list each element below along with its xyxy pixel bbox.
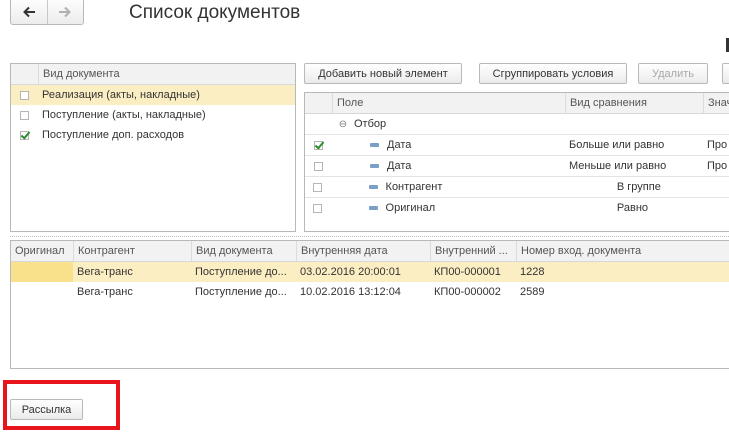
doc-type-checkbox[interactable] <box>20 110 29 120</box>
filter-row[interactable]: Дата Меньше или равно Про <box>305 155 729 176</box>
column-header: Номер вход. документа <box>516 241 729 261</box>
filter-row-checkbox[interactable] <box>313 182 323 192</box>
add-element-button[interactable]: Добавить новый элемент <box>304 63 462 84</box>
filter-row[interactable]: Контрагент В группе <box>305 176 729 197</box>
doc-type-column-header: Вид документа <box>38 64 295 84</box>
filter-table: Поле Вид сравнения Знач ⊖ Отбор Дата Бол… <box>304 92 729 232</box>
doc-type-item[interactable]: Поступление доп. расходов <box>11 125 295 145</box>
arrow-right-icon <box>59 6 72 18</box>
collapse-icon[interactable]: ⊖ <box>338 119 348 130</box>
field-column-header: Поле <box>332 93 565 113</box>
column-header: Оригинал <box>15 245 65 257</box>
doc-type-checkbox-checked[interactable] <box>20 130 29 140</box>
cell-internal-date: 10.02.2016 13:12:04 <box>300 286 401 298</box>
cell-counterparty: Вега-транс <box>77 286 133 298</box>
send-mailing-button[interactable]: Рассылка <box>10 399 83 420</box>
filter-row[interactable]: Дата Больше или равно Про <box>305 134 729 155</box>
cell-doc-type: Поступление до... <box>195 286 287 298</box>
doc-type-label: Реализация (акты, накладные) <box>42 89 200 101</box>
value-column-header: Знач <box>703 93 729 113</box>
cell-original <box>11 262 73 282</box>
column-header: Внутренний ... <box>430 241 516 261</box>
delete-button[interactable]: Удалить <box>638 63 708 84</box>
comparison-column-header: Вид сравнения <box>565 93 703 113</box>
doc-type-panel: Вид документа Реализация (акты, накладны… <box>10 63 296 232</box>
filter-group-label: Отбор <box>354 118 387 130</box>
filter-field: Оригинал <box>385 202 436 214</box>
doc-type-item[interactable]: Поступление (акты, накладные) <box>11 105 295 125</box>
cell-incoming-number: 2589 <box>520 286 545 298</box>
documents-table: Оригинал Контрагент Вид документа Внутре… <box>10 240 729 369</box>
cell-counterparty: Вега-транс <box>77 266 133 278</box>
filter-comparison: Равно <box>616 202 649 214</box>
filter-group-row[interactable]: ⊖ Отбор <box>305 114 729 134</box>
filter-value: Про <box>707 160 728 172</box>
dash-icon <box>368 185 378 190</box>
filter-field: Дата <box>387 139 412 151</box>
doc-type-header: Вид документа <box>11 64 295 85</box>
group-conditions-button[interactable]: Сгруппировать условия <box>479 63 627 84</box>
page-title: Список документов <box>129 2 301 23</box>
cell-doc-type: Поступление до... <box>195 266 287 278</box>
filter-row[interactable]: Оригинал Равно <box>305 197 729 218</box>
cell-internal-number: КП00-000002 <box>434 286 501 298</box>
table-row[interactable]: Вега-транс Поступление до... 03.02.2016 … <box>11 262 729 282</box>
column-header: Вид документа <box>191 241 296 261</box>
cell-incoming-number: 1228 <box>520 266 545 278</box>
filter-table-header: Поле Вид сравнения Знач <box>305 93 729 114</box>
filter-row-checkbox[interactable] <box>314 161 323 171</box>
filter-value: Про <box>707 139 728 151</box>
panel-splitter[interactable] <box>10 236 729 237</box>
doc-type-label: Поступление доп. расходов <box>42 129 185 141</box>
documents-table-header: Оригинал Контрагент Вид документа Внутре… <box>11 241 729 262</box>
forward-button[interactable] <box>46 0 84 24</box>
filter-row-checkbox[interactable] <box>313 203 323 213</box>
arrow-left-icon <box>22 6 35 18</box>
cell-internal-number: КП00-000001 <box>434 266 501 278</box>
column-header: Внутренняя дата <box>296 241 430 261</box>
doc-type-label: Поступление (акты, накладные) <box>42 109 206 121</box>
back-button[interactable] <box>11 0 47 24</box>
doc-type-checkbox[interactable] <box>20 90 29 100</box>
filter-row-checkbox-checked[interactable] <box>314 140 323 150</box>
filter-comparison: Меньше или равно <box>569 160 667 172</box>
doc-type-item[interactable]: Реализация (акты, накладные) <box>11 85 295 105</box>
table-row[interactable]: Вега-транс Поступление до... 10.02.2016 … <box>11 282 729 302</box>
dash-icon <box>370 164 379 169</box>
filter-comparison: В группе <box>616 181 661 193</box>
cell-internal-date: 03.02.2016 20:00:01 <box>300 266 401 278</box>
column-header: Контрагент <box>73 241 191 261</box>
dash-icon <box>370 143 379 148</box>
filter-comparison: Больше или равно <box>569 139 665 151</box>
filter-field: Контрагент <box>385 181 443 193</box>
dash-icon <box>368 206 378 211</box>
filter-field: Дата <box>387 160 412 172</box>
more-button[interactable] <box>722 63 729 84</box>
navigation-buttons <box>10 0 84 25</box>
